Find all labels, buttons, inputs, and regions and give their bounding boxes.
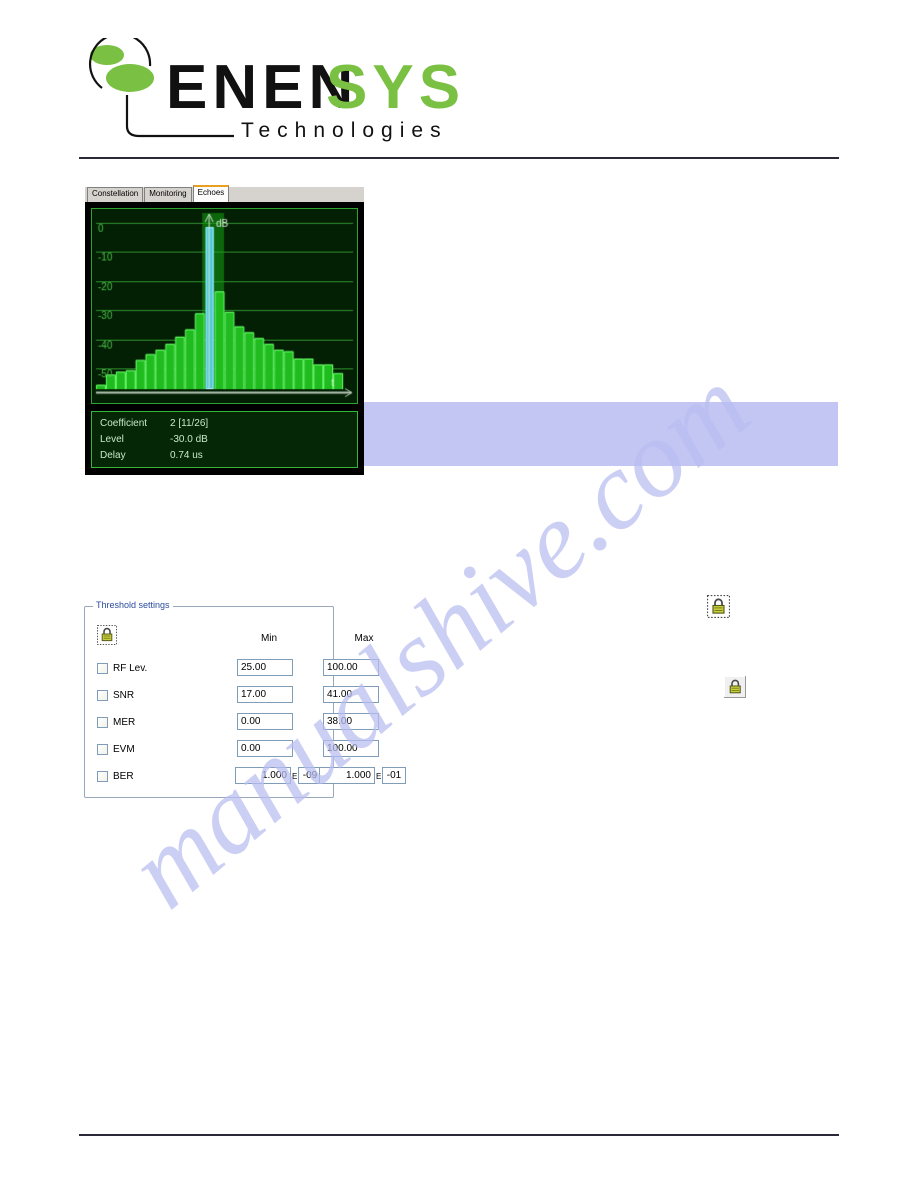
tab-constellation[interactable]: Constellation — [87, 187, 144, 202]
readout-label-level: Level — [100, 434, 124, 445]
enensys-logo: ENEN SYS Technologies ENEN SYS Technolog… — [78, 32, 460, 148]
echo-impulse-response-chart[interactable] — [91, 208, 358, 404]
readout-row-level: Level -30.0 dB — [100, 432, 357, 448]
column-header-max: Max — [354, 633, 374, 644]
svg-text:Technologies: Technologies — [241, 119, 448, 142]
input-rf-lev-min[interactable]: 25.00 — [237, 659, 293, 676]
checkbox-evm[interactable] — [97, 743, 108, 755]
readout-label-coefficient: Coefficient — [100, 418, 148, 429]
checkbox-ber[interactable] — [97, 770, 108, 782]
lock-icon[interactable] — [97, 625, 117, 645]
input-mer-max[interactable]: 38.00 — [323, 713, 379, 730]
threshold-row-rf-lev: RF Lev. — [97, 658, 163, 678]
label-ber-max-exponent-e: E — [376, 772, 382, 781]
readout-label-delay: Delay — [100, 450, 126, 461]
threshold-settings-group: Threshold settings Min Max RF Lev. 25.00… — [84, 600, 406, 798]
watermark: manualshive.com — [0, 0, 918, 1188]
input-rf-lev-max[interactable]: 100.00 — [323, 659, 379, 676]
svg-text:SYS: SYS — [326, 53, 458, 122]
threshold-row-mer: MER — [97, 712, 163, 732]
readout-value-level: -30.0 dB — [170, 434, 208, 445]
threshold-row-ber: BER — [97, 766, 163, 786]
column-header-min: Min — [260, 633, 278, 644]
checkbox-rf-lev[interactable] — [97, 662, 108, 674]
threshold-row-snr: SNR — [97, 685, 163, 705]
threshold-row-evm: EVM — [97, 739, 163, 759]
checkbox-mer[interactable] — [97, 716, 108, 728]
lock-icon-selected[interactable] — [706, 594, 731, 619]
readout-row-delay: Delay 0.74 us — [100, 448, 357, 464]
echoes-widget: Constellation Monitoring Echoes Coeffici… — [85, 185, 364, 475]
input-mer-min[interactable]: 0.00 — [237, 713, 293, 730]
input-evm-max[interactable]: 100.00 — [323, 740, 379, 757]
label-snr: SNR — [113, 689, 135, 701]
label-evm: EVM — [113, 743, 135, 755]
readout-value-delay: 0.74 us — [170, 450, 203, 461]
readout-row-coefficient: Coefficient 2 [11/26] — [100, 416, 357, 432]
echo-readout-panel: Coefficient 2 [11/26] Level -30.0 dB Del… — [91, 411, 358, 468]
input-snr-min[interactable]: 17.00 — [237, 686, 293, 703]
input-ber-max-mantissa[interactable]: 1.000 — [319, 767, 375, 784]
header-divider — [79, 157, 839, 159]
tab-monitoring[interactable]: Monitoring — [144, 187, 192, 202]
footer-divider — [79, 1134, 839, 1136]
label-ber-min-exponent-e: E — [292, 772, 298, 781]
tab-strip: Constellation Monitoring Echoes — [85, 185, 364, 203]
highlight-band — [362, 402, 838, 466]
label-mer: MER — [113, 716, 136, 728]
readout-value-coefficient: 2 [11/26] — [170, 418, 209, 429]
lock-icon-button[interactable] — [724, 676, 746, 698]
input-ber-min-mantissa[interactable]: 1.000 — [235, 767, 291, 784]
label-ber: BER — [113, 770, 134, 782]
tab-echoes[interactable]: Echoes — [192, 185, 230, 203]
input-ber-max-exponent[interactable]: -01 — [382, 767, 406, 784]
input-evm-min[interactable]: 0.00 — [237, 740, 293, 757]
logo-graphic: ENEN SYS Technologies — [88, 32, 460, 142]
checkbox-snr[interactable] — [97, 689, 108, 701]
label-rf-lev: RF Lev. — [113, 662, 148, 674]
input-snr-max[interactable]: 41.00 — [323, 686, 379, 703]
threshold-settings-body: Min Max RF Lev. 25.00 100.00 SNR 17.00 4… — [85, 607, 406, 797]
chart-shell: Coefficient 2 [11/26] Level -30.0 dB Del… — [85, 202, 364, 475]
